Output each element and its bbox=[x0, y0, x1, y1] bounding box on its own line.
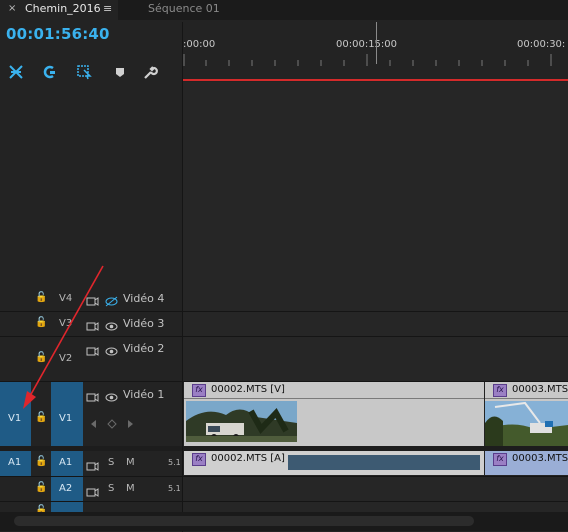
annotation-arrow-icon bbox=[23, 265, 104, 409]
